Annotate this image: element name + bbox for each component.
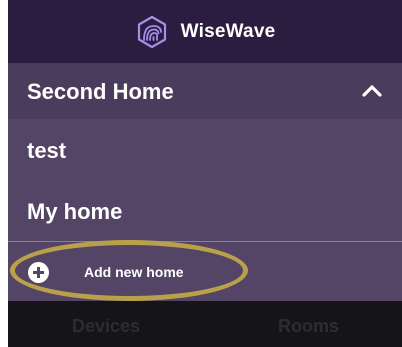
home-switcher-menu: Second Home test My home Add new home: [8, 63, 402, 301]
bottom-nav: Devices Rooms: [8, 301, 402, 347]
plus-circle-icon: [28, 262, 49, 283]
tab-devices[interactable]: Devices: [72, 315, 140, 337]
app-name: WiseWave: [180, 20, 276, 42]
wisewave-logo-icon: [137, 15, 166, 48]
add-new-home-label: Add new home: [84, 264, 184, 280]
home-item-my-home[interactable]: My home: [8, 183, 402, 239]
current-home-label: Second Home: [27, 79, 174, 104]
home-item-test[interactable]: test: [8, 123, 402, 179]
chevron-up-icon[interactable]: [360, 79, 384, 103]
home-item-label: My home: [27, 199, 123, 224]
app-header: WiseWave: [8, 0, 402, 63]
app-screen: WiseWave Second Home test My home Add ne…: [8, 0, 402, 347]
add-new-home-button[interactable]: Add new home: [8, 242, 402, 301]
tab-rooms[interactable]: Rooms: [278, 315, 339, 337]
current-home-row[interactable]: Second Home: [8, 63, 402, 119]
home-item-label: test: [27, 138, 67, 163]
